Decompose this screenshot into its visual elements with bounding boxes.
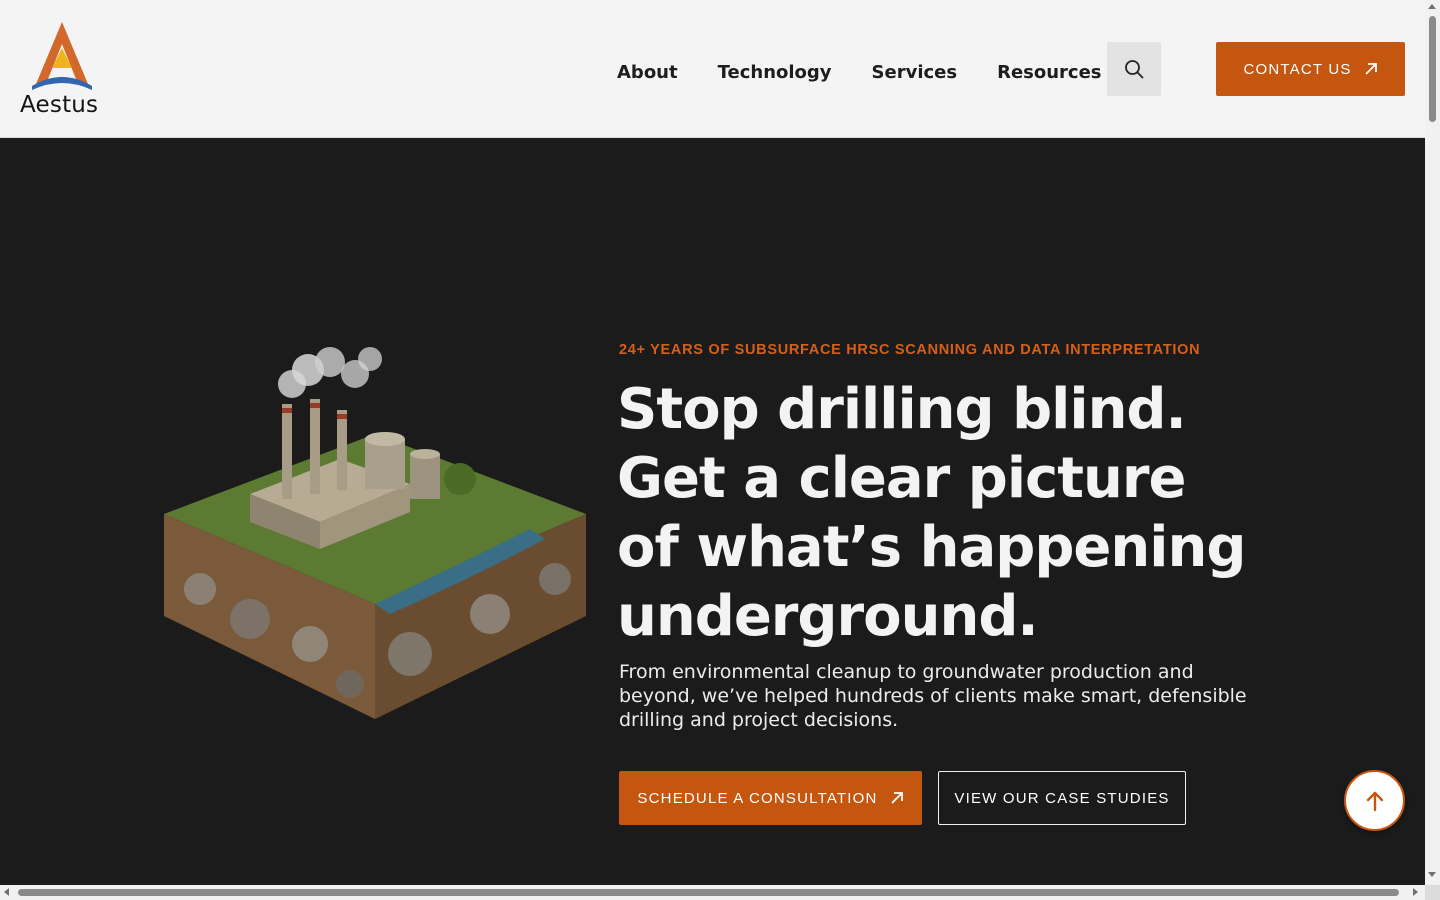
- hero-eyebrow: 24+ YEARS OF SUBSURFACE HRSC SCANNING AN…: [619, 342, 1201, 358]
- arrow-up-right-icon: [1364, 63, 1377, 75]
- nav-technology[interactable]: Technology: [718, 62, 832, 83]
- brand-logo[interactable]: Aestus: [20, 20, 104, 120]
- brand-name: Aestus: [20, 92, 99, 118]
- scroll-to-top-button[interactable]: [1344, 770, 1405, 831]
- scroll-up-arrow-icon[interactable]: [1428, 4, 1436, 9]
- main-nav: About Technology Services Resources: [617, 62, 1102, 83]
- nav-resources[interactable]: Resources: [997, 62, 1101, 83]
- view-case-studies-button[interactable]: VIEW OUR CASE STUDIES: [938, 771, 1186, 825]
- horizontal-scrollbar[interactable]: [0, 885, 1425, 900]
- scroll-left-arrow-icon[interactable]: [4, 888, 9, 896]
- search-icon: [1125, 60, 1144, 79]
- horizontal-scroll-thumb[interactable]: [18, 889, 1399, 896]
- contact-us-button[interactable]: CONTACT US: [1216, 42, 1405, 96]
- nav-services[interactable]: Services: [872, 62, 958, 83]
- hero-headline: Stop drilling blind. Get a clear picture…: [617, 377, 1246, 649]
- vertical-scroll-thumb[interactable]: [1429, 16, 1436, 122]
- view-case-studies-label: VIEW OUR CASE STUDIES: [954, 789, 1170, 807]
- arrow-up-right-icon: [890, 792, 903, 804]
- scroll-right-arrow-icon[interactable]: [1413, 888, 1418, 896]
- logo-mark-icon: [32, 22, 92, 90]
- arrow-up-icon: [1366, 791, 1383, 811]
- factory-ground-illustration: [164, 347, 586, 719]
- site-header: Aestus About Technology Services Resourc…: [0, 0, 1425, 138]
- schedule-consultation-button[interactable]: SCHEDULE A CONSULTATION: [619, 771, 922, 825]
- scroll-down-arrow-icon[interactable]: [1428, 872, 1436, 877]
- schedule-consultation-label: SCHEDULE A CONSULTATION: [637, 789, 878, 807]
- vertical-scrollbar[interactable]: [1425, 0, 1440, 885]
- contact-us-label: CONTACT US: [1243, 60, 1352, 78]
- search-button[interactable]: [1107, 42, 1161, 96]
- hero-subtext: From environmental cleanup to groundwate…: [619, 661, 1247, 731]
- hero-section: 24+ YEARS OF SUBSURFACE HRSC SCANNING AN…: [0, 139, 1425, 885]
- scrollbar-corner: [1425, 885, 1440, 900]
- nav-about[interactable]: About: [617, 62, 678, 83]
